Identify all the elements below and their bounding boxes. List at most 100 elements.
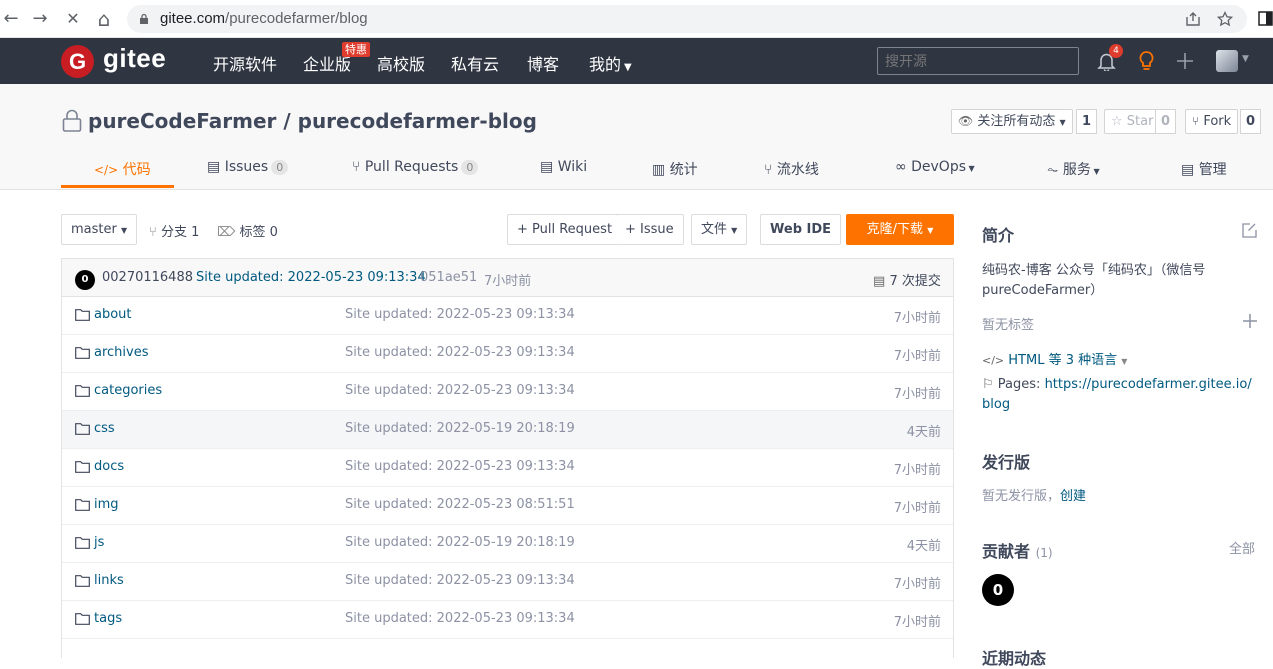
commit-message[interactable]: Site updated: 2022-05-23 09:13:34: [196, 270, 426, 285]
table-row[interactable]: categories Site updated: 2022-05-23 09:13…: [62, 373, 953, 411]
tab-issues[interactable]: ▤ Issues 0: [207, 159, 289, 175]
contributors-title: 贡献者 (1): [982, 538, 1053, 562]
plus-icon[interactable]: [1176, 52, 1194, 70]
file-commit-message[interactable]: Site updated: 2022-05-23 09:13:34: [345, 573, 575, 588]
file-name[interactable]: docs: [94, 459, 124, 474]
tag-icon: ⌦: [217, 225, 236, 240]
avatar[interactable]: 0: [982, 574, 1014, 606]
file-label: 文件: [701, 222, 728, 237]
file-commit-message[interactable]: Site updated: 2022-05-23 09:13:34: [345, 345, 575, 360]
lightbulb-icon[interactable]: [1137, 50, 1156, 72]
back-icon[interactable]: ←: [0, 8, 22, 30]
file-name[interactable]: categories: [94, 383, 162, 398]
tab-services[interactable]: ⏦ 服务 ▼: [1047, 159, 1100, 179]
create-release-link[interactable]: 创建: [1060, 489, 1086, 504]
pulse-icon: ⏦: [1047, 162, 1059, 178]
star-label: Star: [1126, 114, 1154, 129]
fork-button[interactable]: ⑂ Fork: [1185, 109, 1239, 134]
pages-url-continued[interactable]: blog: [982, 397, 1010, 412]
file-commit-message[interactable]: Site updated: 2022-05-19 20:18:19: [345, 421, 575, 436]
table-row[interactable]: docs Site updated: 2022-05-23 09:13:34 7小时…: [62, 449, 953, 487]
stop-icon[interactable]: ✕: [62, 8, 84, 30]
table-row[interactable]: js Site updated: 2022-05-19 20:18:19 4天前: [62, 525, 953, 563]
table-row[interactable]: about Site updated: 2022-05-23 09:13:34 7小…: [62, 297, 953, 335]
file-commit-message[interactable]: Site updated: 2022-05-23 09:13:34: [345, 459, 575, 474]
file-name[interactable]: tags: [94, 611, 122, 626]
nav-mine[interactable]: 我的 ▼: [589, 51, 632, 75]
file-menu-button[interactable]: 文件 ▼: [691, 214, 748, 245]
tab-stats[interactable]: ▥ 统计: [652, 159, 698, 179]
file-name[interactable]: archives: [94, 345, 149, 360]
folder-icon: [75, 385, 90, 397]
avatar[interactable]: 0: [75, 270, 95, 290]
repo-title[interactable]: pureCodeFarmer / purecodefarmer-blog: [88, 109, 537, 133]
table-row[interactable]: css Site updated: 2022-05-19 20:18:19 4天前: [62, 411, 953, 449]
side-panel-icon[interactable]: [1258, 11, 1273, 26]
fork-count[interactable]: 0: [1240, 109, 1262, 134]
file-name[interactable]: css: [94, 421, 115, 436]
logo-text[interactable]: gitee: [103, 43, 166, 74]
file-commit-message[interactable]: Site updated: 2022-05-19 20:18:19: [345, 535, 575, 550]
table-row[interactable]: links Site updated: 2022-05-23 09:13:34 7小…: [62, 563, 953, 601]
language-link[interactable]: </> HTML 等 3 种语言 ▼: [982, 349, 1127, 368]
tags-link[interactable]: ⌦ 标签 0: [217, 221, 278, 240]
address-bar[interactable]: gitee.com/purecodefarmer/blog: [127, 5, 1247, 33]
url-path: /purecodefarmer/blog: [225, 10, 368, 27]
file-commit-message[interactable]: Site updated: 2022-05-23 09:13:34: [345, 307, 575, 322]
share-icon[interactable]: [1185, 11, 1201, 27]
file-commit-message[interactable]: Site updated: 2022-05-23 09:13:34: [345, 611, 575, 626]
tab-pull-requests[interactable]: ⑂ Pull Requests 0: [352, 159, 479, 175]
tab-pipeline[interactable]: ⑂ 流水线: [764, 159, 819, 179]
table-row[interactable]: archives Site updated: 2022-05-23 09:13:3…: [62, 335, 953, 373]
tab-manage[interactable]: ▤ 管理: [1181, 159, 1227, 179]
tab-devops[interactable]: ∞ DevOps ▼: [895, 159, 975, 175]
home-icon[interactable]: ⌂: [93, 8, 115, 30]
commit-hash[interactable]: 051ae51: [420, 270, 477, 285]
add-tag-icon[interactable]: [1243, 314, 1257, 328]
file-commit-message[interactable]: Site updated: 2022-05-23 08:51:51: [345, 497, 575, 512]
new-issue-button[interactable]: + Issue: [616, 214, 684, 245]
pages-url[interactable]: https://purecodefarmer.gitee.io/: [1045, 377, 1252, 392]
table-row[interactable]: img Site updated: 2022-05-23 08:51:51 7小时前: [62, 487, 953, 525]
issues-count: 0: [271, 160, 289, 175]
tab-code[interactable]: </> 代码: [94, 159, 151, 179]
flag-icon: ⚐: [982, 377, 994, 392]
forward-icon[interactable]: →: [29, 8, 51, 30]
branch-select[interactable]: master ▼: [61, 214, 138, 245]
tab-wiki[interactable]: ▤ Wiki: [540, 159, 587, 175]
user-avatar[interactable]: [1216, 50, 1238, 72]
file-name[interactable]: js: [94, 535, 104, 550]
folder-icon: [75, 309, 90, 321]
file-name[interactable]: about: [94, 307, 132, 322]
watch-count[interactable]: 1: [1076, 109, 1098, 134]
web-ide-button[interactable]: Web IDE: [760, 214, 842, 245]
file-time: 7小时前: [893, 463, 941, 478]
table-row[interactable]: tags Site updated: 2022-05-23 09:13:34 7小时…: [62, 601, 953, 639]
contributors-count: (1): [1035, 546, 1053, 560]
nav-blog[interactable]: 博客: [527, 51, 559, 75]
pull-request-icon: ⑂: [352, 159, 361, 175]
gitee-logo-icon[interactable]: G: [61, 45, 94, 78]
edit-icon[interactable]: [1242, 223, 1257, 238]
search-input[interactable]: [877, 47, 1079, 75]
language-label: HTML 等 3 种语言: [1008, 353, 1118, 368]
commit-time: 7小时前: [484, 274, 532, 289]
star-count[interactable]: 0: [1155, 109, 1177, 134]
file-time: 7小时前: [893, 577, 941, 592]
nav-private-cloud[interactable]: 私有云: [451, 51, 499, 75]
bookmark-star-icon[interactable]: [1217, 11, 1233, 27]
all-contributors-link[interactable]: 全部: [1229, 538, 1255, 557]
new-pull-request-button[interactable]: + Pull Request: [507, 214, 623, 245]
commits-link[interactable]: ▤ 7 次提交: [873, 270, 941, 289]
commit-author[interactable]: 00270116488: [102, 270, 193, 285]
clone-download-button[interactable]: 克隆/下载 ▼: [846, 214, 954, 245]
watch-button[interactable]: 👁 关注所有动态 ▼: [951, 109, 1073, 134]
file-name[interactable]: img: [94, 497, 119, 512]
file-commit-message[interactable]: Site updated: 2022-05-23 09:13:34: [345, 383, 575, 398]
star-button[interactable]: ☆ Star: [1104, 109, 1161, 134]
branches-link[interactable]: ⑂ 分支 1: [149, 221, 199, 240]
promo-badge: 特惠: [342, 42, 370, 57]
nav-open-source[interactable]: 开源软件: [213, 51, 277, 75]
nav-education[interactable]: 高校版: [377, 51, 425, 75]
file-name[interactable]: links: [94, 573, 124, 588]
